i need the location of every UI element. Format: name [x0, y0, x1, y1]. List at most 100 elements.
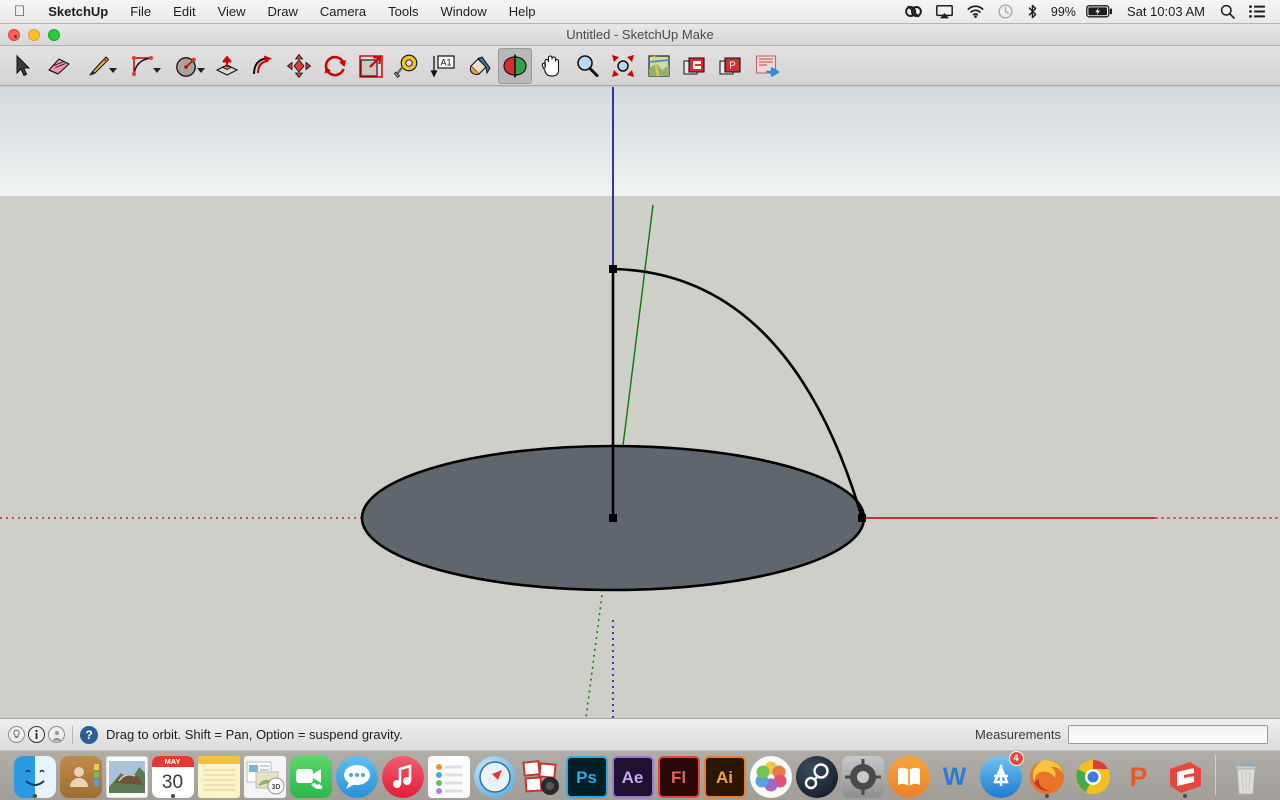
- text-tool-button[interactable]: A1: [426, 48, 460, 84]
- dock-item-photo-booth[interactable]: [519, 752, 563, 798]
- notification-center-icon[interactable]: [1242, 0, 1272, 23]
- paint-bucket-tool-button[interactable]: [462, 48, 496, 84]
- line-tool-dropdown-arrow[interactable]: [109, 67, 117, 73]
- app-store-badge: 4: [1008, 751, 1024, 766]
- illustrator-label: Ai: [703, 756, 746, 798]
- creative-cloud-icon[interactable]: [898, 0, 929, 23]
- flash-label: Fl: [657, 756, 700, 798]
- info-icon[interactable]: [28, 726, 45, 743]
- pushpull-tool-button[interactable]: [210, 48, 244, 84]
- dock-item-steam[interactable]: [795, 752, 839, 798]
- circle-tool-button[interactable]: [166, 48, 208, 84]
- dock-item-flash[interactable]: Fl: [657, 752, 701, 798]
- dock-item-trash[interactable]: [1224, 752, 1268, 798]
- scale-tool-button[interactable]: [354, 48, 388, 84]
- dock-item-finder[interactable]: [13, 752, 57, 798]
- menu-sketchup[interactable]: SketchUp: [37, 0, 119, 23]
- mac-dock: MAY 30 3D Ps Ae Fl Ai W 4 P: [0, 750, 1280, 800]
- dock-item-facetime[interactable]: [289, 752, 333, 798]
- dock-item-news[interactable]: 3D: [243, 752, 287, 798]
- menu-camera[interactable]: Camera: [309, 0, 377, 23]
- menu-help[interactable]: Help: [498, 0, 547, 23]
- sketchup-toolbar: A1 P: [0, 46, 1280, 86]
- followme-tool-button[interactable]: [246, 48, 280, 84]
- time-machine-icon: [991, 0, 1020, 23]
- question-mark-icon[interactable]: ?: [80, 725, 98, 744]
- arc-tool-button[interactable]: [122, 48, 164, 84]
- model-scene[interactable]: [0, 87, 1280, 718]
- dock-item-chrome[interactable]: [1071, 752, 1115, 798]
- battery-icon[interactable]: [1079, 0, 1119, 23]
- svg-text:P: P: [729, 60, 736, 71]
- dock-item-photoshop[interactable]: Ps: [565, 752, 609, 798]
- close-window-button[interactable]: [8, 29, 20, 41]
- bluetooth-icon[interactable]: [1020, 0, 1045, 23]
- menu-view[interactable]: View: [207, 0, 257, 23]
- orbit-tool-button[interactable]: [498, 47, 532, 84]
- menu-edit[interactable]: Edit: [162, 0, 206, 23]
- menu-window[interactable]: Window: [429, 0, 497, 23]
- window-controls: [8, 24, 60, 46]
- dock-item-illustrator[interactable]: Ai: [703, 752, 747, 798]
- endpoint-marker-origin: [609, 514, 617, 522]
- dock-item-after-effects[interactable]: Ae: [611, 752, 655, 798]
- circle-tool-dropdown-arrow[interactable]: [197, 67, 205, 73]
- get-models-tool-button[interactable]: [678, 48, 712, 84]
- person-icon[interactable]: [48, 726, 65, 743]
- menu-draw[interactable]: Draw: [257, 0, 309, 23]
- wifi-icon[interactable]: [960, 0, 991, 23]
- select-tool-button[interactable]: [6, 48, 40, 84]
- dock-item-photos[interactable]: [749, 752, 793, 798]
- dock-item-firefox[interactable]: [1025, 752, 1069, 798]
- line-tool-button[interactable]: [78, 48, 120, 84]
- pan-tool-button[interactable]: [534, 48, 568, 84]
- measurements-group: Measurements: [975, 725, 1272, 744]
- spotlight-search-icon[interactable]: [1213, 0, 1242, 23]
- share-model-tool-button[interactable]: P: [714, 48, 748, 84]
- lightbulb-icon[interactable]: [8, 726, 25, 743]
- dock-item-messages[interactable]: [335, 752, 379, 798]
- dock-item-calendar[interactable]: MAY 30: [151, 752, 195, 798]
- measurements-input[interactable]: [1068, 725, 1268, 744]
- dock-item-ibooks[interactable]: [887, 752, 931, 798]
- airplay-icon[interactable]: [929, 0, 960, 23]
- dock-item-contacts[interactable]: [59, 752, 103, 798]
- eraser-tool-button[interactable]: [42, 48, 76, 84]
- endpoint-marker-top: [609, 265, 617, 273]
- svg-text:A1: A1: [440, 57, 451, 67]
- move-tool-button[interactable]: [282, 48, 316, 84]
- minimize-window-button[interactable]: [28, 29, 40, 41]
- dock-item-notes[interactable]: [197, 752, 241, 798]
- menu-file[interactable]: File: [119, 0, 162, 23]
- zoom-window-button[interactable]: [48, 29, 60, 41]
- add-location-tool-button[interactable]: [642, 48, 676, 84]
- dock-item-system-preferences[interactable]: [841, 752, 885, 798]
- rotate-tool-button[interactable]: [318, 48, 352, 84]
- after-effects-label: Ae: [611, 756, 654, 798]
- export-tool-button[interactable]: [750, 48, 784, 84]
- arc-tool-dropdown-arrow[interactable]: [153, 67, 161, 73]
- zoom-tool-button[interactable]: [570, 48, 604, 84]
- menu-tools[interactable]: Tools: [377, 0, 429, 23]
- sketchup-3d-viewport[interactable]: [0, 87, 1280, 718]
- menubar-clock[interactable]: Sat 10:03 AM: [1119, 0, 1213, 23]
- zoom-extents-tool-button[interactable]: [606, 48, 640, 84]
- tape-measure-tool-button[interactable]: [390, 48, 424, 84]
- dock-item-powerpoint[interactable]: P: [1117, 752, 1161, 798]
- powerpoint-label: P: [1129, 761, 1148, 792]
- dock-item-mail[interactable]: [105, 752, 149, 798]
- dock-item-reminders[interactable]: [427, 752, 471, 798]
- dock-divider: [1214, 755, 1216, 795]
- dock-item-safari[interactable]: [473, 752, 517, 798]
- calendar-month: MAY: [151, 756, 194, 767]
- dock-item-microsoft-word[interactable]: W: [933, 752, 977, 798]
- window-title-bar: Untitled - SketchUp Make: [0, 24, 1280, 46]
- svg-text:3D: 3D: [271, 784, 280, 791]
- status-divider: [72, 725, 73, 744]
- dock-item-app-store[interactable]: 4: [979, 751, 1024, 798]
- measurements-label: Measurements: [975, 727, 1061, 742]
- dock-item-itunes[interactable]: [381, 752, 425, 798]
- mac-menu-bar:  SketchUp File Edit View Draw Camera To…: [0, 0, 1280, 24]
- dock-item-sketchup[interactable]: [1163, 752, 1207, 798]
- apple-menu-icon[interactable]: : [0, 0, 37, 23]
